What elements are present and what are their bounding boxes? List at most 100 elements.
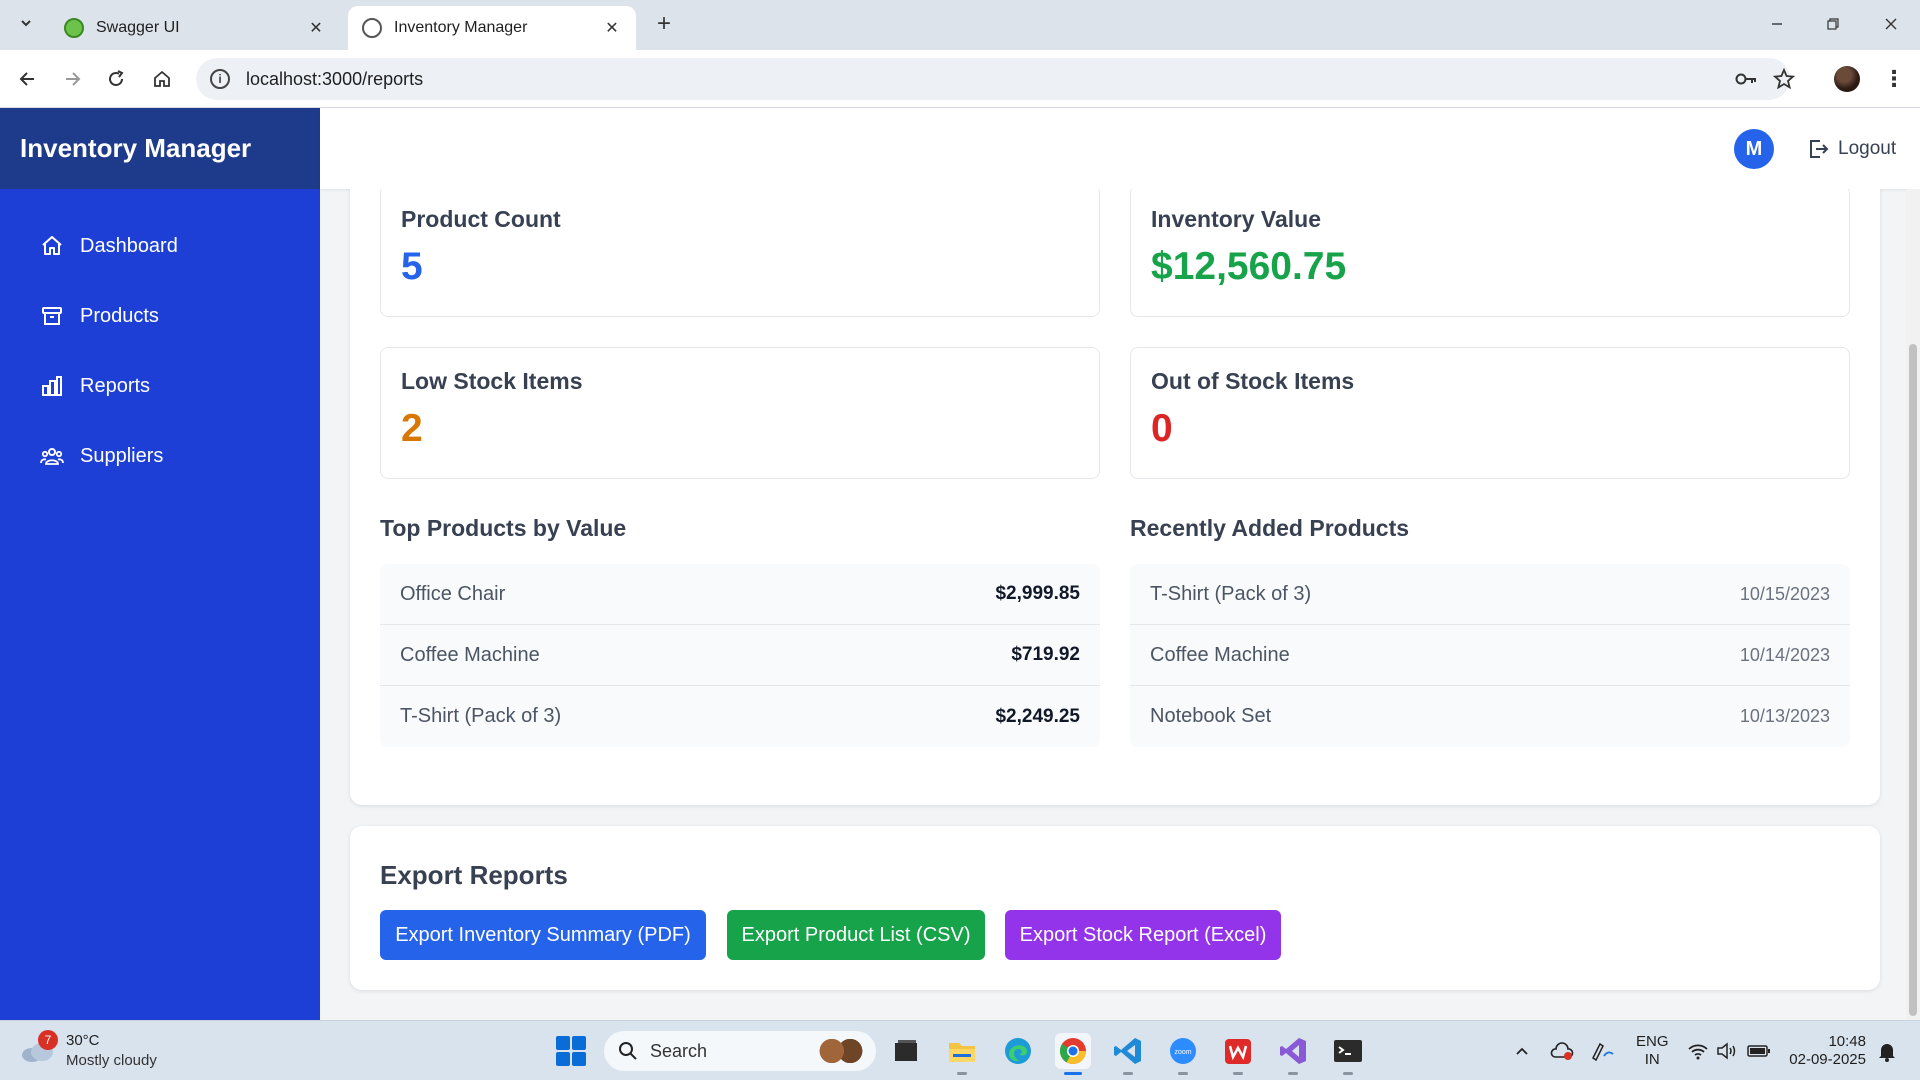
export-title: Export Reports	[380, 860, 568, 890]
weather-widget[interactable]: 7 30°C Mostly cloudy	[20, 1030, 157, 1071]
product-value: $2,999.85	[995, 583, 1080, 604]
visual-studio-app[interactable]	[1275, 1033, 1311, 1075]
list-item: Coffee Machine $719.92	[380, 625, 1100, 686]
logout-icon	[1810, 140, 1829, 158]
minimize-button[interactable]	[1762, 10, 1792, 38]
browser-tab-strip: Swagger UI ✕ Inventory Manager ✕ +	[0, 0, 1920, 50]
taskbar-clock[interactable]: 10:48 02-09-2025	[1786, 1033, 1866, 1069]
user-avatar[interactable]: M	[1734, 129, 1774, 169]
stat-value: 0	[1151, 407, 1173, 450]
onedrive-tray[interactable]	[1548, 1036, 1576, 1066]
home-button[interactable]	[148, 65, 176, 93]
site-info-icon[interactable]: i	[210, 69, 230, 89]
stat-card-inventory-value: Inventory Value $12,560.75	[1130, 189, 1850, 317]
show-hidden-icons-button[interactable]	[1510, 1036, 1534, 1066]
back-button[interactable]	[14, 65, 42, 93]
sidebar-item-reports[interactable]: Reports	[20, 360, 300, 412]
chrome-app[interactable]	[1055, 1033, 1091, 1075]
summary-panel: Product Count 5 Inventory Value $12,560.…	[350, 189, 1880, 805]
chrome-browser-icon	[1059, 1038, 1087, 1065]
tab-swagger-ui[interactable]: Swagger UI ✕	[50, 6, 340, 50]
page-scrollbar[interactable]	[1906, 189, 1920, 1020]
sidebar-item-dashboard[interactable]: Dashboard	[20, 220, 300, 272]
export-inventory-summary-button[interactable]: Export Inventory Summary (PDF)	[380, 910, 706, 960]
battery-tray[interactable]	[1744, 1036, 1774, 1066]
product-date: 10/13/2023	[1739, 706, 1830, 726]
sidebar-item-products[interactable]: Products	[20, 290, 300, 342]
app-title: Inventory Manager	[0, 108, 320, 189]
battery-icon	[1747, 1045, 1770, 1057]
vscode-icon	[1114, 1038, 1141, 1064]
scrollbar-thumb[interactable]	[1909, 344, 1917, 1016]
vscode-app[interactable]	[1110, 1033, 1146, 1075]
sidebar-item-label: Reports	[80, 374, 151, 397]
product-name: T-Shirt (Pack of 3)	[400, 705, 562, 727]
stat-card-out-of-stock: Out of Stock Items 0	[1130, 347, 1850, 479]
file-explorer-app[interactable]	[944, 1033, 980, 1075]
arrow-left-icon	[19, 72, 34, 86]
close-tab-icon[interactable]: ✕	[306, 18, 326, 38]
new-tab-button[interactable]: +	[652, 10, 676, 37]
cloud-icon: 7	[20, 1030, 58, 1064]
tab-title: Inventory Manager	[394, 19, 528, 36]
wps-office-app[interactable]	[1220, 1033, 1256, 1075]
tab-search-button[interactable]	[12, 9, 40, 37]
restore-button[interactable]	[1818, 10, 1848, 38]
recent-products-title: Recently Added Products	[1130, 515, 1410, 541]
product-name: Notebook Set	[1150, 705, 1272, 727]
volume-tray[interactable]	[1714, 1036, 1740, 1066]
zoom-app[interactable]: zoom	[1165, 1033, 1201, 1075]
sidebar-item-suppliers[interactable]: Suppliers	[20, 430, 300, 482]
profile-avatar[interactable]	[1834, 66, 1860, 92]
minimize-icon	[1772, 23, 1782, 25]
password-key-button[interactable]	[1732, 65, 1760, 93]
weather-temp: 30°C	[66, 1032, 100, 1049]
key-icon	[1735, 73, 1756, 85]
close-window-button[interactable]	[1876, 10, 1906, 38]
search-placeholder: Search	[650, 1040, 708, 1061]
url-text[interactable]: localhost:3000/reports	[246, 69, 423, 90]
pen-icon	[1592, 1042, 1614, 1062]
forward-button[interactable]	[58, 65, 86, 93]
input-method-tray[interactable]	[1588, 1036, 1618, 1066]
product-value: $2,249.25	[995, 705, 1080, 727]
main-content: Product Count 5 Inventory Value $12,560.…	[320, 189, 1906, 1020]
product-value: $719.92	[1011, 644, 1080, 665]
recent-products-list: T-Shirt (Pack of 3) 10/15/2023 Coffee Ma…	[1130, 564, 1850, 747]
globe-icon	[362, 18, 382, 38]
edge-app[interactable]	[1000, 1033, 1036, 1069]
app-header: M Logout	[320, 108, 1920, 189]
language-indicator[interactable]: ENG IN	[1636, 1033, 1669, 1069]
chevron-down-icon	[21, 20, 31, 27]
browser-menu-button[interactable]: ⋮	[1880, 65, 1908, 93]
close-tab-icon[interactable]: ✕	[602, 18, 622, 38]
logout-label: Logout	[1838, 138, 1897, 159]
reload-button[interactable]	[102, 65, 130, 93]
restore-icon	[1827, 18, 1839, 30]
product-date: 10/15/2023	[1739, 583, 1830, 604]
tab-inventory-manager[interactable]: Inventory Manager ✕	[348, 6, 636, 50]
wifi-tray[interactable]	[1684, 1036, 1712, 1066]
tab-title: Swagger UI	[96, 19, 180, 36]
export-product-list-button[interactable]: Export Product List (CSV)	[727, 910, 985, 960]
top-products-list: Office Chair $2,999.85 Coffee Machine $7…	[380, 564, 1100, 747]
start-button[interactable]	[556, 1036, 586, 1066]
bookmark-button[interactable]	[1770, 65, 1798, 93]
address-bar[interactable]: i localhost:3000/reports	[196, 58, 1790, 100]
weather-desc: Mostly cloudy	[66, 1052, 157, 1069]
close-icon	[1885, 18, 1897, 30]
search-icon	[619, 1042, 637, 1060]
logout-button[interactable]: Logout	[1806, 134, 1896, 164]
visual-studio-icon	[1280, 1038, 1306, 1064]
notifications-button[interactable]	[1872, 1036, 1902, 1066]
list-item: T-Shirt (Pack of 3) 10/15/2023	[1130, 564, 1850, 625]
task-view-app[interactable]	[888, 1033, 924, 1069]
stat-card-low-stock: Low Stock Items 2	[380, 347, 1100, 479]
taskbar-search[interactable]: Search	[604, 1031, 876, 1071]
export-stock-report-button[interactable]: Export Stock Report (Excel)	[1005, 910, 1281, 960]
export-panel: Export Reports Export Inventory Summary …	[350, 826, 1880, 990]
home-icon	[154, 70, 170, 87]
product-name: Office Chair	[400, 582, 506, 605]
edge-browser-icon	[1005, 1038, 1031, 1064]
terminal-app[interactable]	[1330, 1033, 1366, 1075]
